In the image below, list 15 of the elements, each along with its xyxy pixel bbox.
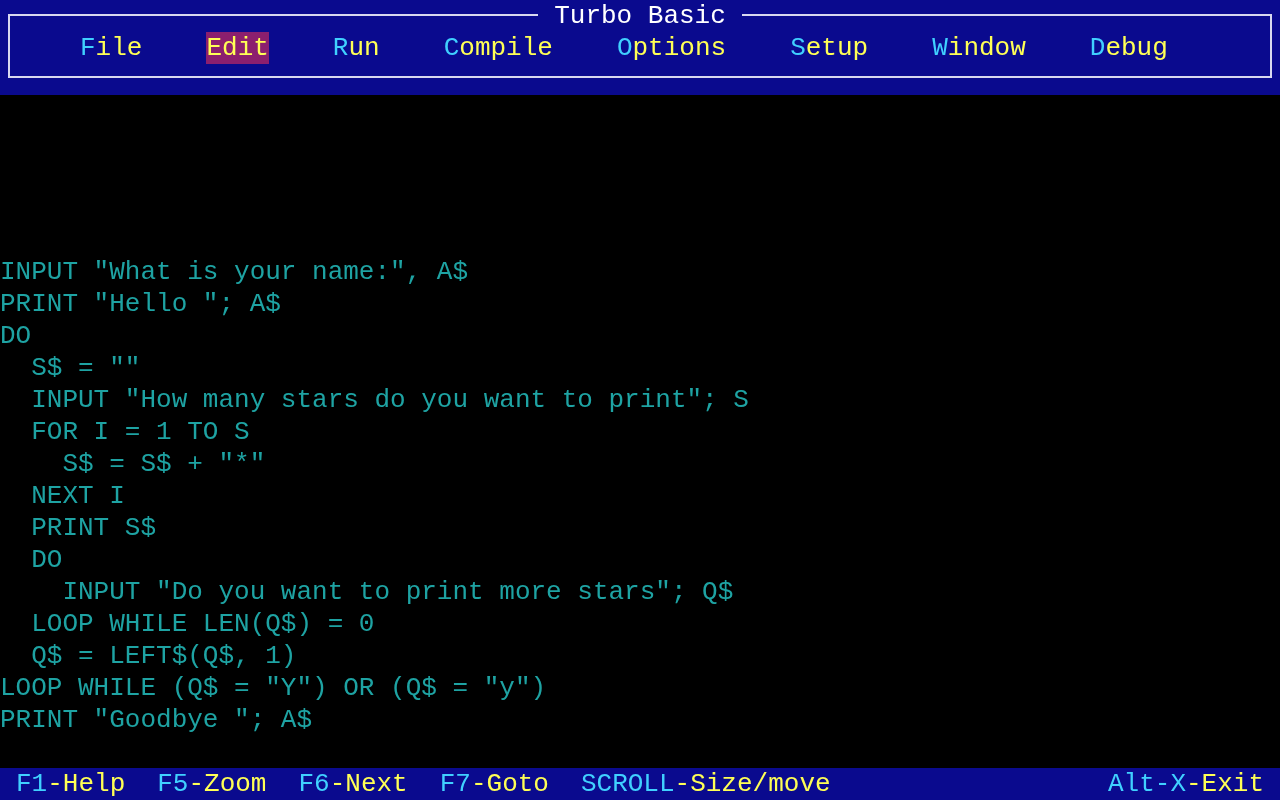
function-key-hint[interactable]: F5-Zoom xyxy=(157,768,267,800)
code-editor[interactable]: INPUT "What is your name:", A$ PRINT "Hello "; A$ DO S$ = "" INPUT "How many stars do you want to print"; S FOR I = 1 TO S S$ = S$ + "*" NEXT I PRINT S$ DO INPUT "Do you want to print more stars"; Q$ LOOP WHILE LEN(Q$) = 0 Q$ = LEFT$(Q$, 1) LOOP WHILE (Q$ = "Y") OR (Q$ = "y") PRINT "Goodbye "; A$ xyxy=(0,95,1280,768)
menu-item[interactable]: Setup xyxy=(790,32,869,64)
function-key-hint[interactable]: Alt-X-Exit xyxy=(1107,768,1264,800)
function-key-hint[interactable]: F1-Help xyxy=(16,768,126,800)
menu-item[interactable]: Window xyxy=(932,32,1026,64)
menu-item[interactable]: Debug xyxy=(1089,32,1168,64)
menu-item[interactable]: Edit xyxy=(206,32,269,64)
function-key-hint[interactable]: SCROLL-Size/move xyxy=(580,768,831,800)
menu-item[interactable]: Compile xyxy=(443,32,553,64)
function-key-hint[interactable]: F6-Next xyxy=(298,768,408,800)
function-key-hint[interactable]: F7-Goto xyxy=(439,768,549,800)
menu-item[interactable]: File xyxy=(80,32,143,64)
menu-item[interactable]: Run xyxy=(332,32,380,64)
menu-item[interactable]: Options xyxy=(616,32,727,64)
